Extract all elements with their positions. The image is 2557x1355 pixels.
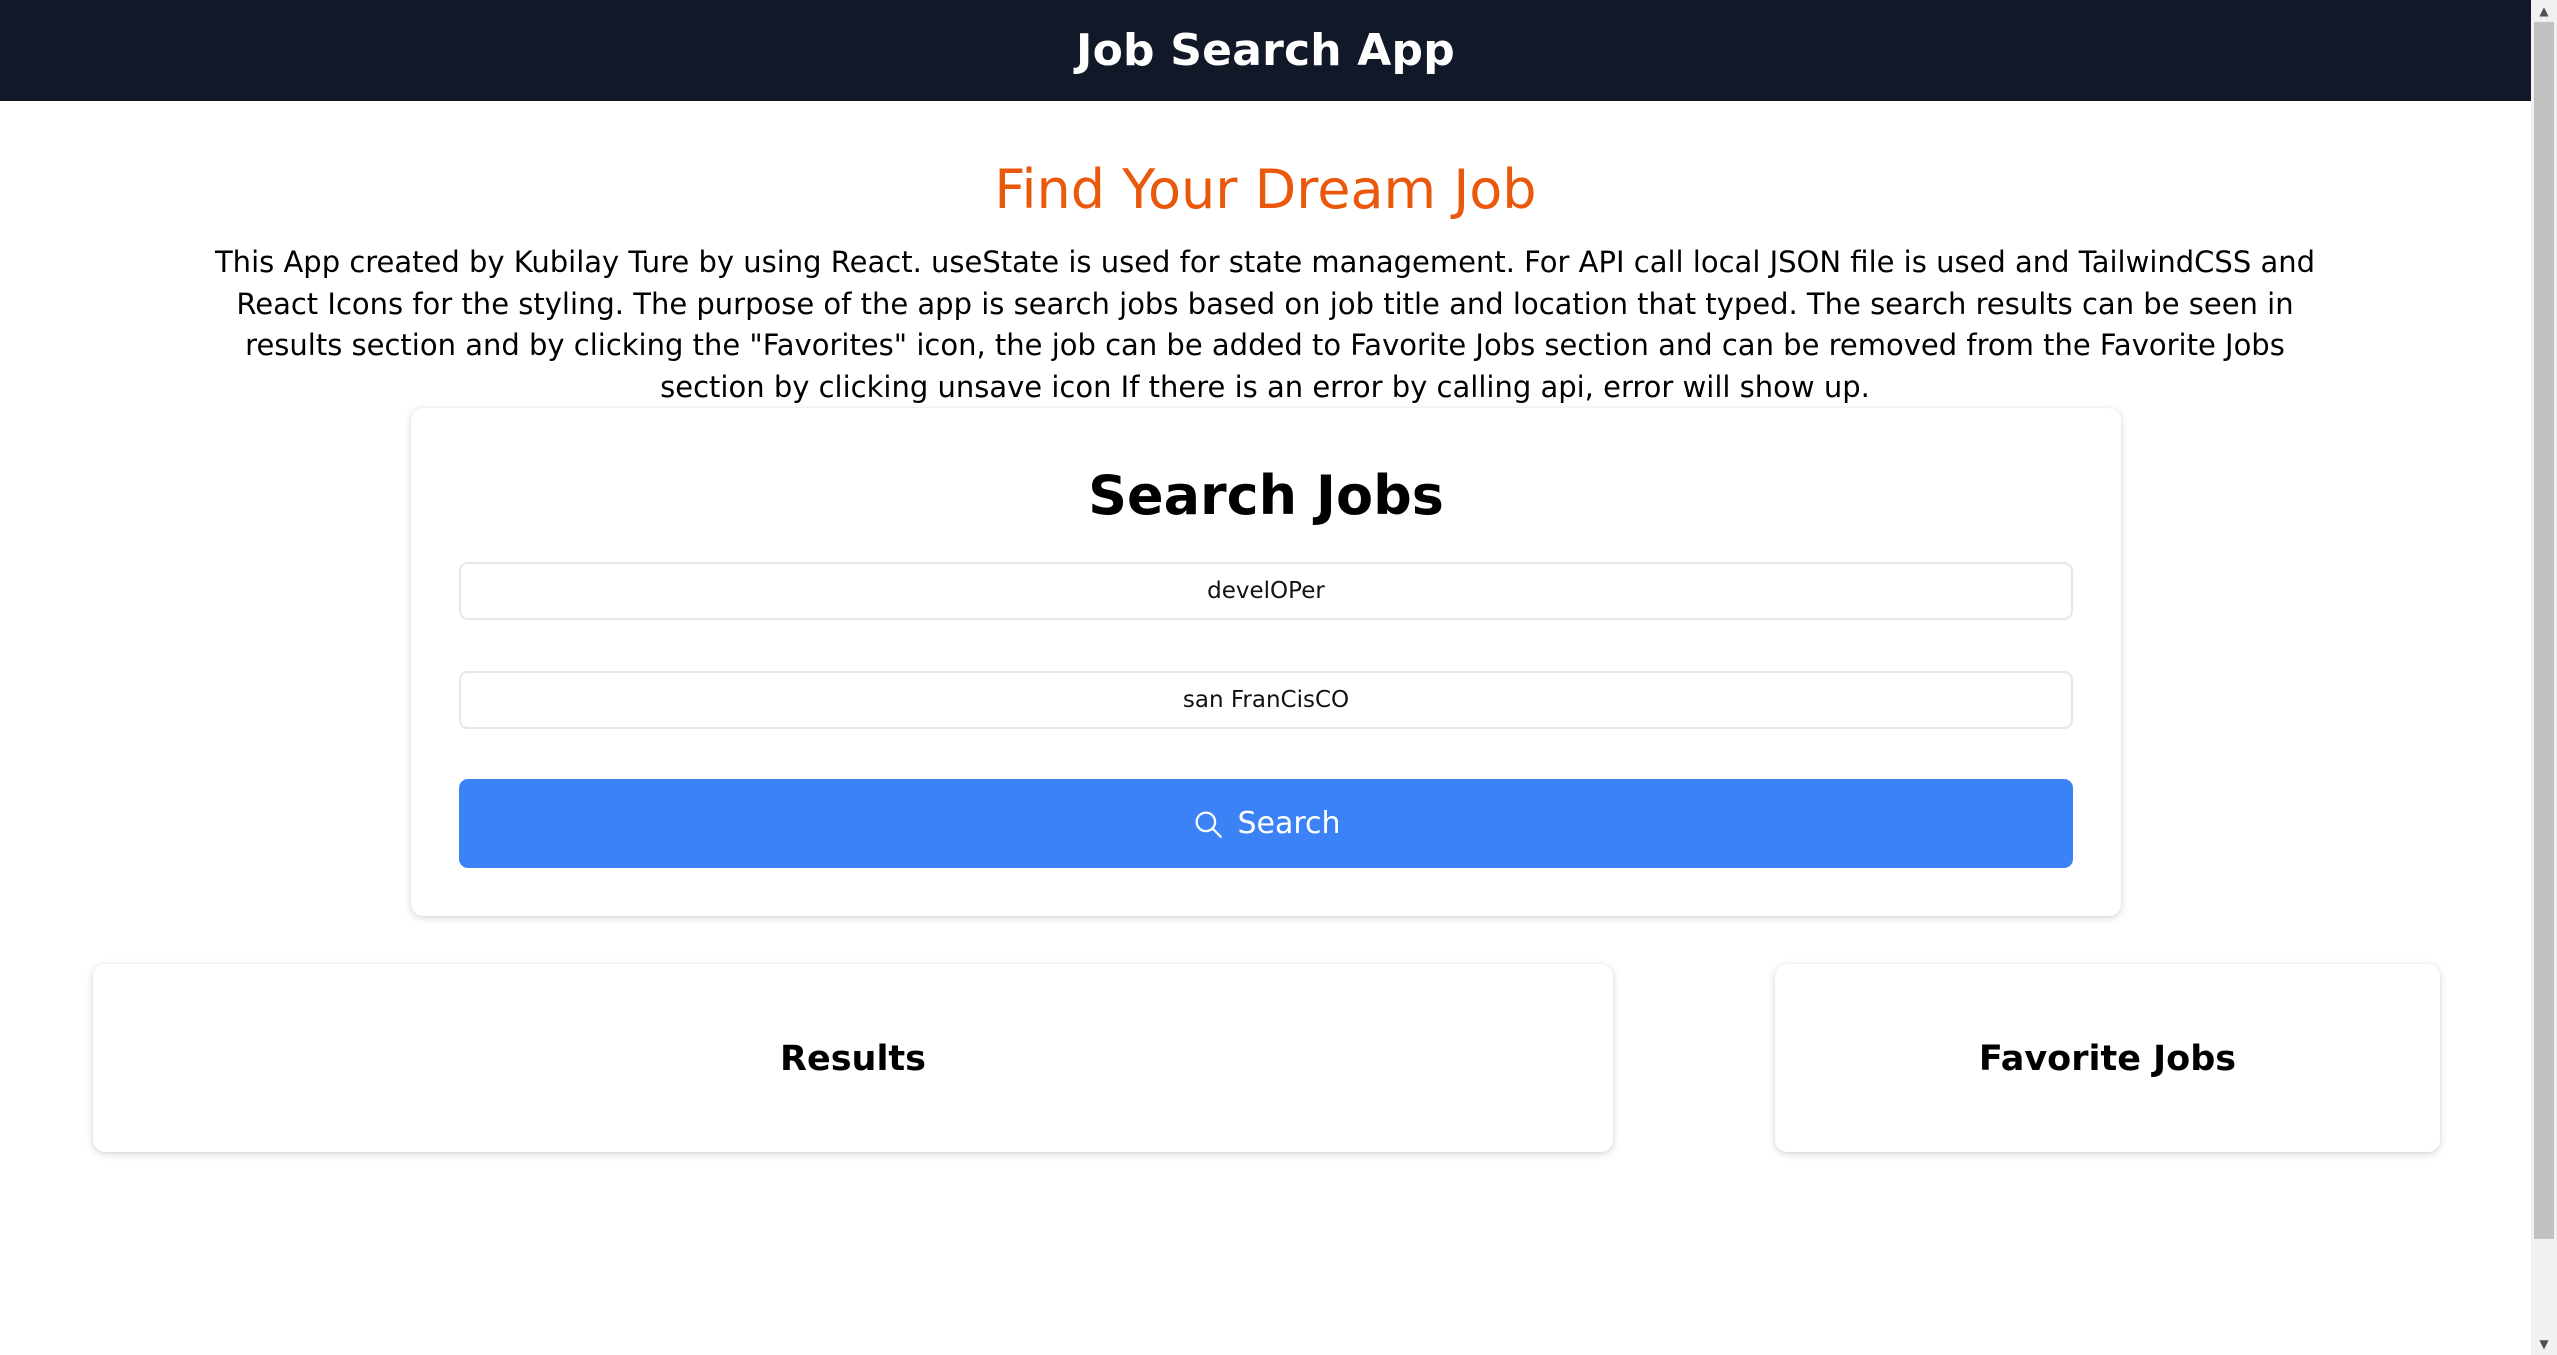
favorite-jobs-panel: Favorite Jobs xyxy=(1775,964,2440,1152)
app-description: This App created by Kubilay Ture by usin… xyxy=(214,245,2316,404)
top-navbar: Job Search App xyxy=(0,0,2531,101)
favorite-jobs-title: Favorite Jobs xyxy=(1978,1039,2237,1079)
search-button-label: Search xyxy=(1237,806,1341,841)
job-title-value: develOPer xyxy=(1207,578,1325,604)
scroll-up-arrow-icon[interactable]: ▲ xyxy=(2531,0,2557,22)
search-card: Search Jobs develOPer san FranCisCO Sear… xyxy=(411,408,2121,916)
vertical-scrollbar[interactable]: ▲ ▼ xyxy=(2531,0,2557,1355)
results-title: Results xyxy=(780,1039,926,1079)
scrollbar-thumb[interactable] xyxy=(2534,22,2554,1239)
browser-viewport: Job Search App Find Your Dream Job This … xyxy=(0,0,2557,1355)
page: Job Search App Find Your Dream Job This … xyxy=(0,0,2531,1355)
hero-title: Find Your Dream Job xyxy=(994,158,1537,221)
search-button[interactable]: Search xyxy=(459,779,2073,868)
job-title-input[interactable]: develOPer xyxy=(459,562,2073,620)
location-value: san FranCisCO xyxy=(1182,687,1350,713)
search-icon xyxy=(1195,811,1223,838)
scroll-down-arrow-icon[interactable]: ▼ xyxy=(2531,1333,2557,1355)
location-input[interactable]: san FranCisCO xyxy=(459,671,2073,729)
app-title: Job Search App xyxy=(1076,25,1455,76)
results-panel: Results xyxy=(93,964,1613,1152)
search-jobs-title: Search Jobs xyxy=(1088,464,1444,527)
